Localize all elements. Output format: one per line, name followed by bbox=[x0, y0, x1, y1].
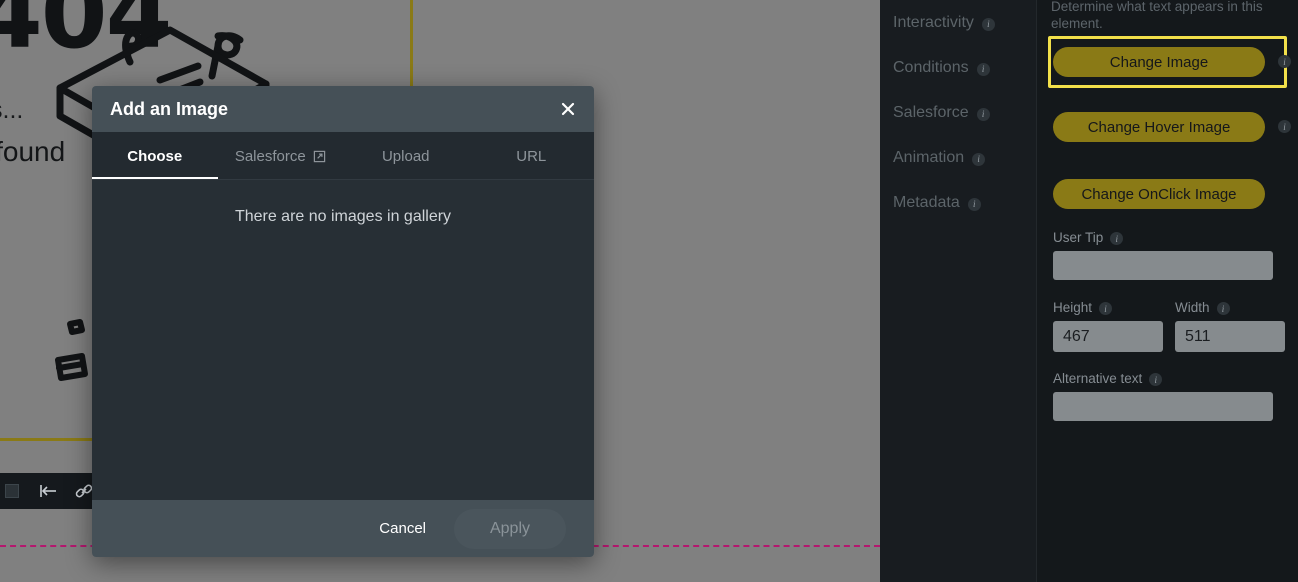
properties-panel-body: Determine what text appears in this elem… bbox=[1037, 0, 1298, 582]
nav-item-label: Animation bbox=[893, 149, 965, 166]
nav-item-label: Interactivity bbox=[893, 14, 974, 31]
label-text: User Tip bbox=[1053, 230, 1104, 245]
tab-url[interactable]: URL bbox=[469, 132, 595, 180]
align-left-icon[interactable] bbox=[38, 481, 58, 501]
info-icon[interactable]: i bbox=[972, 152, 986, 166]
nav-item-conditions[interactable]: Conditions i bbox=[893, 59, 990, 77]
info-icon[interactable]: i bbox=[1278, 120, 1291, 133]
tab-label: Choose bbox=[127, 147, 183, 165]
tab-label: URL bbox=[516, 147, 547, 165]
field-hint-text: Determine what text appears in this elem… bbox=[1051, 0, 1263, 31]
close-icon[interactable] bbox=[556, 97, 580, 121]
label-text: Height bbox=[1053, 300, 1093, 315]
change-hover-image-button[interactable]: Change Hover Image bbox=[1053, 112, 1265, 142]
app-root: 404 s... r found bbox=[0, 0, 1298, 582]
change-onclick-image-button[interactable]: Change OnClick Image bbox=[1053, 179, 1265, 209]
user-tip-input[interactable] bbox=[1053, 251, 1273, 280]
width-label: Width i bbox=[1175, 300, 1230, 315]
info-icon[interactable]: i bbox=[1216, 302, 1230, 315]
cancel-button[interactable]: Cancel bbox=[365, 512, 440, 545]
alternative-text-input[interactable] bbox=[1053, 392, 1273, 421]
tab-label: Salesforce bbox=[234, 147, 306, 165]
height-label: Height i bbox=[1053, 300, 1113, 315]
user-tip-label: User Tip i bbox=[1053, 230, 1124, 245]
info-icon[interactable]: i bbox=[981, 17, 995, 31]
add-image-modal: Add an Image Choose Salesforce Upload UR… bbox=[92, 86, 594, 557]
nav-item-metadata[interactable]: Metadata i bbox=[893, 194, 981, 212]
modal-body: There are no images in gallery bbox=[92, 180, 594, 500]
empty-gallery-message: There are no images in gallery bbox=[234, 208, 452, 225]
link-icon[interactable] bbox=[74, 481, 94, 501]
tab-upload[interactable]: Upload bbox=[343, 132, 469, 180]
element-toolbar[interactable] bbox=[0, 473, 104, 509]
nav-item-label: Salesforce bbox=[893, 104, 969, 121]
info-icon[interactable]: i bbox=[1149, 373, 1163, 386]
tab-label: Upload bbox=[381, 147, 430, 165]
modal-tabs: Choose Salesforce Upload URL bbox=[92, 132, 594, 180]
external-link-icon bbox=[313, 150, 326, 163]
nav-item-label: Conditions bbox=[893, 59, 969, 76]
info-icon[interactable]: i bbox=[976, 107, 990, 121]
nav-item-interactivity[interactable]: Interactivity i bbox=[893, 14, 995, 32]
alternative-text-label: Alternative text i bbox=[1053, 371, 1163, 386]
label-text: Alternative text bbox=[1053, 371, 1143, 386]
width-input[interactable] bbox=[1175, 321, 1285, 352]
info-icon[interactable]: i bbox=[967, 197, 981, 211]
label-text: Width bbox=[1175, 300, 1210, 315]
nav-item-label: Metadata bbox=[893, 194, 960, 211]
nav-item-salesforce[interactable]: Salesforce i bbox=[893, 104, 990, 122]
properties-panel-nav: Interactivity i Conditions i Salesforce … bbox=[880, 0, 1037, 582]
modal-title: Add an Image bbox=[110, 98, 229, 119]
info-icon[interactable]: i bbox=[1278, 55, 1291, 68]
height-input[interactable] bbox=[1053, 321, 1163, 352]
modal-header: Add an Image bbox=[92, 86, 594, 132]
error-subtext: s... bbox=[0, 96, 24, 124]
tab-choose[interactable]: Choose bbox=[92, 132, 218, 180]
square-icon[interactable] bbox=[2, 481, 22, 501]
info-icon[interactable]: i bbox=[1099, 302, 1113, 315]
change-image-button[interactable]: Change Image bbox=[1053, 47, 1265, 77]
info-icon[interactable]: i bbox=[1110, 232, 1124, 245]
apply-button[interactable]: Apply bbox=[454, 508, 566, 549]
nav-item-animation[interactable]: Animation i bbox=[893, 149, 986, 167]
tab-salesforce[interactable]: Salesforce bbox=[218, 132, 344, 180]
info-icon[interactable]: i bbox=[976, 62, 990, 76]
modal-footer: Cancel Apply bbox=[92, 500, 594, 557]
properties-panel: Interactivity i Conditions i Salesforce … bbox=[880, 0, 1298, 582]
